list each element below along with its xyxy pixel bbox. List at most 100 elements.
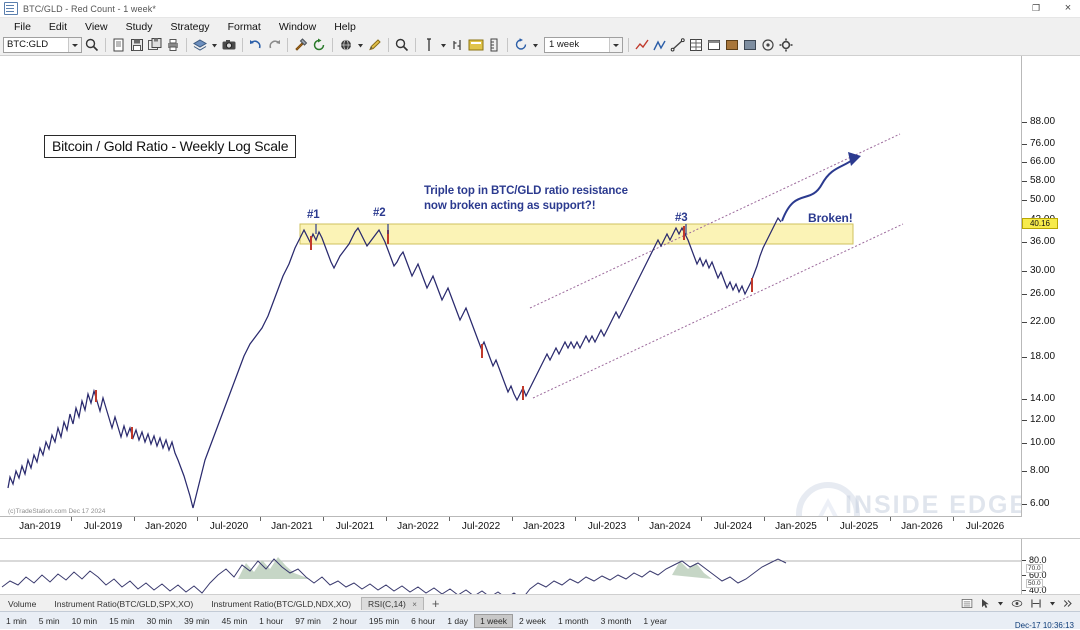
table-icon[interactable] — [706, 37, 722, 53]
bar-style-icon[interactable] — [450, 37, 466, 53]
peak-label-1[interactable]: #1 — [307, 208, 320, 223]
panel-icon[interactable] — [742, 37, 758, 53]
chevron-down-icon-8[interactable] — [1048, 597, 1057, 610]
toolbar-divider-2 — [186, 38, 187, 52]
timeframe-195min[interactable]: 195 min — [363, 614, 405, 628]
annotation-paragraph-line1: Triple top in BTC/GLD ratio resistance — [424, 185, 628, 197]
tools-icon[interactable] — [293, 37, 309, 53]
time-tick-8: Jan-2023 — [523, 521, 565, 532]
timeframe-selector[interactable]: 1 week — [544, 37, 623, 53]
chart-annotation-box[interactable]: Bitcoin / Gold Ratio - Weekly Log Scale — [44, 135, 297, 158]
timeframe-97min[interactable]: 97 min — [289, 614, 327, 628]
timeframe-10min[interactable]: 10 min — [66, 614, 104, 628]
timeframe-1hour[interactable]: 1 hour — [253, 614, 289, 628]
tab-rsi-label: RSI(C,14) — [368, 599, 406, 609]
timeframe-45min[interactable]: 45 min — [216, 614, 254, 628]
zoom-icon[interactable] — [394, 37, 410, 53]
layers2-icon[interactable] — [724, 37, 740, 53]
time-tick-9: Jul-2023 — [587, 521, 627, 532]
redo-icon[interactable] — [266, 37, 282, 53]
compare-icon[interactable] — [634, 37, 650, 53]
broken-label[interactable]: Broken! — [808, 211, 853, 226]
timeframe-1min[interactable]: 1 min — [0, 614, 33, 628]
price-tick-76: 76.00 — [1021, 138, 1056, 149]
new-document-icon[interactable] — [111, 37, 127, 53]
time-axis[interactable]: Jan-2019 Jul-2019 Jan-2020 Jul-2020 Jan-… — [0, 516, 1022, 539]
fit-icon[interactable] — [1029, 597, 1043, 610]
timeframe-30min[interactable]: 30 min — [141, 614, 179, 628]
tab-rsi[interactable]: RSI(C,14) × — [361, 597, 424, 610]
cursor-arrow-icon[interactable] — [979, 597, 991, 610]
timeframe-39min[interactable]: 39 min — [178, 614, 216, 628]
menu-view[interactable]: View — [76, 20, 117, 34]
timeframe-1year[interactable]: 1 year — [637, 614, 673, 628]
annotation-paragraph[interactable]: Triple top in BTC/GLD ratio resistance n… — [424, 184, 628, 214]
chevron-down-icon-4[interactable] — [439, 37, 448, 53]
price-tick-12: 12.00 — [1021, 414, 1056, 425]
timeframe-1month[interactable]: 1 month — [552, 614, 595, 628]
chevron-down-icon-7[interactable] — [996, 597, 1005, 610]
sync-icon[interactable] — [513, 37, 529, 53]
globe-icon[interactable] — [338, 37, 354, 53]
main-chart-pane[interactable]: Bitcoin / Gold Ratio (Red Count) - 1 wee… — [0, 56, 1080, 534]
measure-icon[interactable] — [486, 37, 502, 53]
timeframe-3month[interactable]: 3 month — [595, 614, 638, 628]
add-tab-button[interactable]: + — [426, 596, 446, 611]
tab-instrument-ratio-ndx[interactable]: Instrument Ratio(BTC/GLD,NDX,XO) — [203, 597, 359, 611]
candle-style-icon[interactable] — [468, 37, 484, 53]
camera-icon[interactable] — [221, 37, 237, 53]
grid-icon[interactable] — [688, 37, 704, 53]
menu-help[interactable]: Help — [325, 20, 365, 34]
indicator-tab-bar: Volume Instrument Ratio(BTC/GLD,SPX,XO) … — [0, 594, 1080, 612]
chevron-down-icon-5[interactable] — [531, 37, 540, 53]
cursor-icon[interactable] — [421, 37, 437, 53]
layers-icon[interactable] — [192, 37, 208, 53]
menu-format[interactable]: Format — [219, 20, 270, 34]
expand-icon[interactable] — [1062, 597, 1074, 610]
refresh-icon[interactable] — [311, 37, 327, 53]
print-icon[interactable] — [165, 37, 181, 53]
peak-label-2[interactable]: #2 — [373, 206, 386, 221]
timeframe-15min[interactable]: 15 min — [103, 614, 141, 628]
search-icon[interactable] — [84, 37, 100, 53]
menu-window[interactable]: Window — [270, 20, 325, 34]
close-icon[interactable]: × — [412, 600, 417, 609]
timeframe-6hour[interactable]: 6 hour — [405, 614, 441, 628]
timeframe-1week[interactable]: 1 week — [474, 613, 513, 628]
menu-study[interactable]: Study — [117, 20, 162, 34]
target-icon[interactable] — [760, 37, 776, 53]
trading-platform-window: BTC/GLD - Red Count - 1 week* ❐ × File E… — [0, 0, 1080, 630]
timeframe-1day[interactable]: 1 day — [441, 614, 474, 628]
price-axis[interactable]: 88.00 76.00 66.00 58.00 50.00 42.00 36.0… — [1021, 56, 1080, 516]
symbol-input[interactable]: BTC:GLD — [3, 37, 82, 53]
price-tick-36: 36.00 — [1021, 236, 1056, 247]
timeframe-2week[interactable]: 2 week — [513, 614, 552, 628]
indicator-icon[interactable] — [652, 37, 668, 53]
restore-button[interactable]: ❐ — [1028, 0, 1044, 17]
save-icon[interactable] — [129, 37, 145, 53]
timeframe-5min[interactable]: 5 min — [33, 614, 66, 628]
price-plot[interactable] — [0, 56, 1022, 516]
chevron-down-icon[interactable] — [68, 38, 81, 52]
drawing-icon[interactable] — [670, 37, 686, 53]
list-icon[interactable] — [960, 597, 974, 610]
tab-instrument-ratio-spx[interactable]: Instrument Ratio(BTC/GLD,SPX,XO) — [46, 597, 201, 611]
tab-volume[interactable]: Volume — [0, 597, 44, 611]
eye-icon[interactable] — [1010, 597, 1024, 610]
undo-icon[interactable] — [248, 37, 264, 53]
menu-edit[interactable]: Edit — [40, 20, 76, 34]
toolbar-divider-4 — [287, 38, 288, 52]
peak-label-3[interactable]: #3 — [675, 211, 688, 226]
gear-icon[interactable] — [778, 37, 794, 53]
toolbar-divider-8 — [507, 38, 508, 52]
menu-strategy[interactable]: Strategy — [161, 20, 218, 34]
chart-workspace: Bitcoin / Gold Ratio (Red Count) - 1 wee… — [0, 55, 1080, 617]
pencil-icon[interactable] — [367, 37, 383, 53]
chevron-down-icon-3[interactable] — [356, 37, 365, 53]
chevron-down-icon-6[interactable] — [609, 38, 622, 52]
timeframe-2hour[interactable]: 2 hour — [327, 614, 363, 628]
menu-file[interactable]: File — [5, 20, 40, 34]
chevron-down-icon-2[interactable] — [210, 37, 219, 53]
close-button[interactable]: × — [1060, 0, 1076, 17]
save-all-icon[interactable] — [147, 37, 163, 53]
